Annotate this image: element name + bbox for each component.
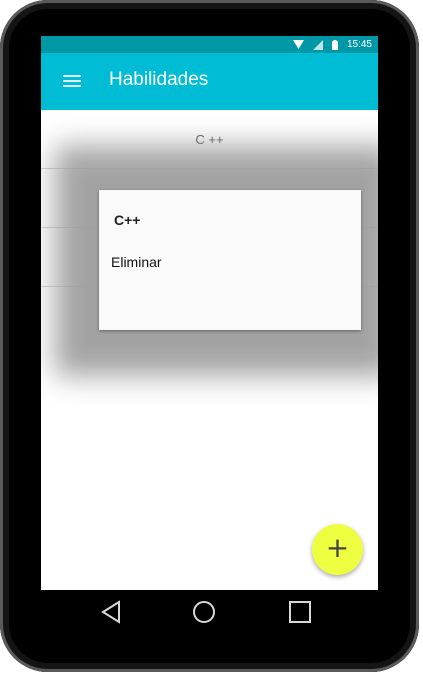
dialog-title: C++ bbox=[114, 212, 141, 228]
list-item-label: C ++ bbox=[195, 132, 224, 147]
device-frame: 15:45 Habilidades C ++ C++ Eliminar + bbox=[0, 0, 419, 672]
status-icons: 15:45 bbox=[292, 36, 372, 53]
hamburger-menu-icon[interactable] bbox=[63, 73, 83, 89]
recents-icon[interactable] bbox=[286, 598, 314, 626]
app-bar: Habilidades bbox=[41, 53, 378, 110]
app-title: Habilidades bbox=[109, 69, 209, 90]
context-dialog: C++ Eliminar bbox=[99, 190, 361, 330]
navigation-bar bbox=[41, 590, 378, 634]
plus-icon: + bbox=[325, 531, 350, 564]
delete-option[interactable]: Eliminar bbox=[111, 254, 162, 270]
screen: 15:45 Habilidades C ++ C++ Eliminar + bbox=[41, 36, 378, 634]
battery-icon bbox=[331, 39, 338, 50]
back-icon[interactable] bbox=[97, 598, 125, 626]
add-fab-button[interactable]: + bbox=[312, 524, 363, 575]
signal-icon bbox=[312, 39, 323, 50]
status-time: 15:45 bbox=[346, 39, 372, 50]
status-bar: 15:45 bbox=[41, 36, 378, 53]
wifi-icon bbox=[292, 40, 304, 49]
home-icon[interactable] bbox=[190, 598, 218, 626]
